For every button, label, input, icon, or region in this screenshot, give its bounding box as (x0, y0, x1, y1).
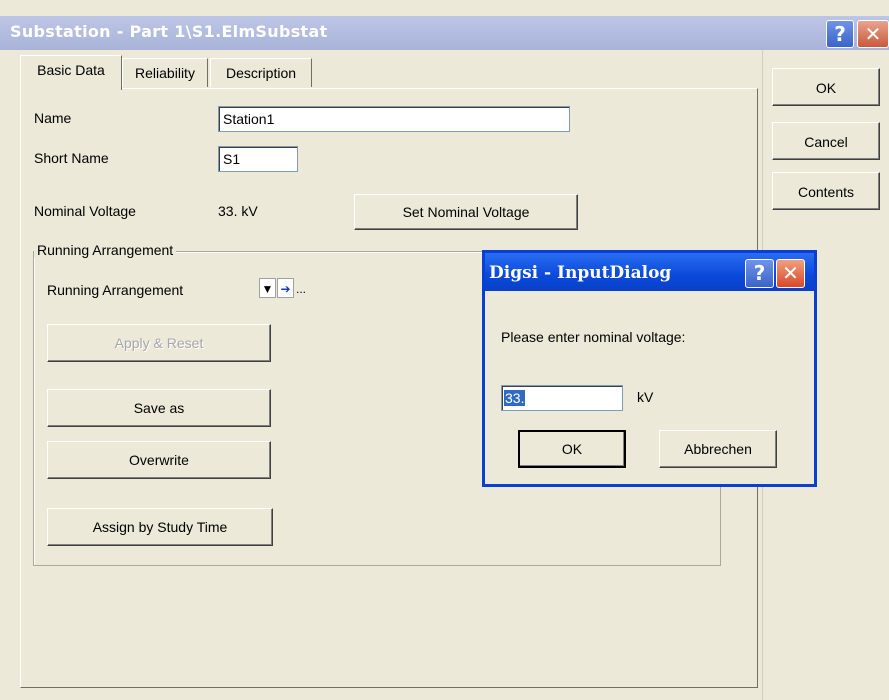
save-as-button[interactable]: Save as (47, 389, 271, 427)
name-field[interactable]: Station1 (218, 106, 570, 132)
assign-by-study-time-button[interactable]: Assign by Study Time (47, 508, 273, 546)
dialog-help-icon[interactable]: ? (745, 259, 774, 288)
ok-button[interactable]: OK (772, 68, 880, 106)
input-dialog-unit: kV (637, 389, 654, 405)
tab-reliability[interactable]: Reliability (122, 58, 208, 87)
input-dialog-title: Digsi - InputDialog (489, 263, 672, 283)
input-dialog: Digsi - InputDialog ? ✕ Please enter nom… (482, 250, 817, 487)
help-icon[interactable]: ? (826, 20, 854, 48)
apply-reset-button[interactable]: Apply & Reset (47, 324, 271, 362)
input-dialog-prompt: Please enter nominal voltage: (501, 329, 686, 345)
nominal-voltage-label: Nominal Voltage (34, 203, 136, 219)
short-name-field[interactable]: S1 (218, 146, 298, 172)
name-label: Name (34, 110, 72, 126)
nominal-voltage-value: 33. kV (218, 203, 258, 219)
contents-button[interactable]: Contents (772, 172, 880, 210)
tab-basic-data[interactable]: Basic Data (20, 55, 122, 90)
dialog-cancel-button[interactable]: Abbrechen (659, 430, 777, 468)
dropdown-arrow-icon[interactable]: ▼ (259, 278, 276, 298)
nominal-voltage-input-selection: 33. (504, 390, 526, 406)
set-nominal-voltage-button[interactable]: Set Nominal Voltage (354, 194, 578, 230)
jump-arrow-icon[interactable]: ➔ (277, 278, 294, 298)
overwrite-button[interactable]: Overwrite (47, 441, 271, 479)
running-arrangement-group-title: Running Arrangement (34, 242, 177, 258)
cancel-button[interactable]: Cancel (772, 122, 880, 160)
more-ellipsis[interactable]: ... (296, 282, 306, 296)
running-arrangement-label: Running Arrangement (47, 282, 184, 298)
nominal-voltage-input[interactable]: 33. (501, 385, 623, 411)
close-icon[interactable]: ✕ (857, 20, 889, 48)
window-title: Substation - Part 1\S1.ElmSubstat (10, 22, 328, 41)
short-name-label: Short Name (34, 150, 109, 166)
dialog-ok-button[interactable]: OK (518, 430, 626, 468)
tab-description[interactable]: Description (210, 58, 312, 87)
dialog-close-icon[interactable]: ✕ (776, 259, 805, 288)
